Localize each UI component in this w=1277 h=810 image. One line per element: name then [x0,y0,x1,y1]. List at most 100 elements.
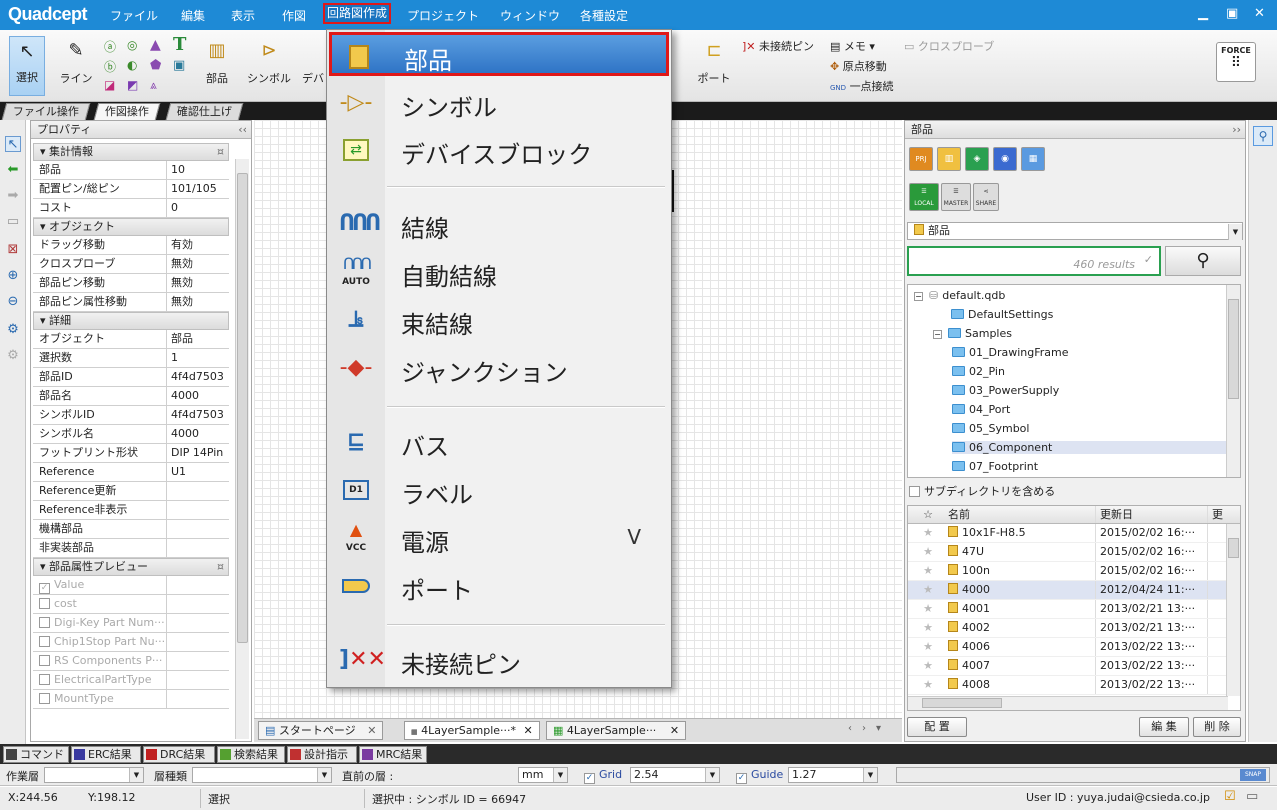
menu-file[interactable]: ファイル [110,7,158,24]
zoom-out-icon[interactable]: ⊖ [5,294,21,310]
checkbox[interactable] [39,598,50,609]
checkbox[interactable] [39,674,50,685]
collapse-toggle-icon[interactable]: − [933,330,942,339]
property-value[interactable]: 4000 [167,387,229,405]
monitor-icon[interactable]: ▭ [1246,789,1258,804]
circle-icon[interactable]: ◎ [127,38,137,52]
edit-button[interactable]: 編 集 [1139,717,1189,737]
delete-button[interactable]: 削 除 [1193,717,1241,737]
part-lib-icon[interactable]: ▥ [937,147,961,171]
arc-icon[interactable]: ◐ [127,58,137,72]
property-value[interactable]: 4000 [167,425,229,443]
property-value[interactable]: U1 [167,463,229,481]
property-value[interactable]: 1 [167,349,229,367]
edit-check-icon[interactable]: ☑ [1224,789,1236,804]
tab-scroll-arrows[interactable]: ‹›▾ [848,723,891,734]
star-icon[interactable]: ★ [908,543,948,561]
menu-item-symbol[interactable]: -▷- シンボル [329,81,669,125]
layers-icon[interactable]: ◩ [127,78,138,92]
guide-select[interactable]: 1.27 ▼ [788,767,878,783]
tab-draw-ops[interactable]: 作図操作 [93,103,161,120]
property-value[interactable]: 4f4d7503 [167,406,229,424]
menu-item-bus[interactable]: ⊑ バス [329,420,669,464]
collapse-toggle-icon[interactable]: − [914,292,923,301]
parts-search-input[interactable]: 460 results ✓ [907,246,1161,276]
guide-toggle[interactable]: ✓ Guide [736,768,783,784]
property-value[interactable]: 無効 [167,274,229,292]
table-row[interactable]: ★ 4000 2012/04/24 11:··· [908,581,1240,600]
close-icon[interactable]: ✕ [1254,6,1265,21]
polygon-icon[interactable]: ⬟ [150,58,161,73]
menu-item-wire[interactable]: ՈՈՈ 結線 [329,202,669,246]
output-tab[interactable]: DRC結果 [143,746,215,763]
collapse-icon[interactable]: ‹‹ [238,121,247,138]
port-button[interactable]: ⊏ ポート [694,40,734,86]
triangle-icon[interactable]: ▲ [150,37,161,53]
property-value[interactable]: DIP 14Pin [167,444,229,462]
tree-item[interactable]: 05_Symbol [952,422,1029,435]
tree-item[interactable]: 06_Component [952,441,1232,454]
table-row[interactable]: ★ 100n 2015/02/02 16:··· [908,562,1240,581]
select-button[interactable]: ↖ 選択 [9,36,45,96]
table-row[interactable]: ★ 4001 2013/02/21 13:··· [908,600,1240,619]
share-lib-button[interactable]: ⋖ SHARE [973,183,999,211]
property-value[interactable]: 101/105 [167,180,229,198]
property-value[interactable]: 10 [167,161,229,179]
properties-scrollbar[interactable] [235,159,249,739]
tree-item[interactable]: 07_Footprint [952,460,1038,473]
property-value[interactable] [167,520,229,538]
checkbox[interactable] [39,693,50,704]
section-summary[interactable]: ▾ 集計情報 ¤ [33,143,229,161]
tree-item[interactable]: 01_DrawingFrame [952,346,1069,359]
back-arrow-icon[interactable]: ⬅ [5,162,21,178]
master-lib-button[interactable]: ☰ MASTER [941,183,971,211]
star-icon[interactable]: ★ [908,676,948,694]
property-value[interactable]: 部品 [167,330,229,348]
search-button[interactable]: ⚲ [1165,246,1241,276]
table-row[interactable]: ★ 10x1F-H8.5 2015/02/02 16:··· [908,524,1240,543]
grid-lib-icon[interactable]: ▦ [1021,147,1045,171]
db-lib-icon[interactable]: ◉ [993,147,1017,171]
star-icon[interactable]: ★ [908,600,948,618]
menu-item-auto-wire[interactable]: ՈՈՈ AUTO 自動結線 [329,250,669,294]
menu-draw[interactable]: 作図 [282,7,306,24]
tree-item[interactable]: 04_Port [952,403,1010,416]
zoom-in-icon[interactable]: ⊕ [5,268,21,284]
prj-button[interactable]: PRJ [909,147,933,171]
tree-item[interactable]: − ⛁ default.qdb [914,289,1005,302]
property-value[interactable]: 有効 [167,236,229,254]
tree-item[interactable]: 03_PowerSupply [952,384,1059,397]
table-row[interactable]: ★ 4008 2013/02/22 13:··· [908,676,1240,695]
save-icon[interactable]: ▭ [5,214,21,230]
scroll-thumb[interactable] [237,173,248,643]
tab-schematic-active[interactable]: ▦ 4LayerSample···* ✕ [404,721,540,740]
star-icon[interactable]: ★ [908,638,948,656]
library-combo[interactable]: 部品 ▼ [907,222,1243,240]
include-subdirs-checkbox[interactable]: サブディレクトリを含める [909,483,1055,499]
property-value[interactable]: 0 [167,199,229,217]
text-icon[interactable]: T [173,34,186,55]
star-icon[interactable]: ★ [908,581,948,599]
rect-diag-icon[interactable]: ◪ [104,78,115,92]
checkbox[interactable] [39,617,50,628]
table-row[interactable]: ★ 4006 2013/02/22 13:··· [908,638,1240,657]
table-row[interactable]: ★ 4002 2013/02/21 13:··· [908,619,1240,638]
circle-a-icon[interactable]: ⓐ [104,38,116,55]
list-hscrollbar[interactable] [908,696,1228,710]
section-object[interactable]: ▾ オブジェクト [33,218,229,236]
fit-icon[interactable]: ⊠ [5,242,21,258]
line-button[interactable]: ✎ ライン [58,40,94,86]
menu-item-bundle-wire[interactable]: ⫡ 束結線 [329,298,669,342]
memo-button[interactable]: ▤ メモ ▾ [830,38,875,54]
grid-select[interactable]: 2.54 ▼ [630,767,720,783]
table-row[interactable]: ★ 4007 2013/02/22 13:··· [908,657,1240,676]
layers-lib-icon[interactable]: ◈ [965,147,989,171]
menu-item-part[interactable]: 部品 [329,32,669,76]
menu-settings[interactable]: 各種設定 [580,7,628,24]
table-row[interactable]: ★ 47U 2015/02/02 16:··· [908,543,1240,562]
output-tab[interactable]: 検索結果 [217,746,285,763]
forward-arrow-icon[interactable]: ➡ [5,188,21,204]
tab-check-finish[interactable]: 確認仕上げ [165,103,244,120]
output-tab[interactable]: 設計指示 [287,746,357,763]
tree-scrollbar[interactable] [1226,285,1240,477]
